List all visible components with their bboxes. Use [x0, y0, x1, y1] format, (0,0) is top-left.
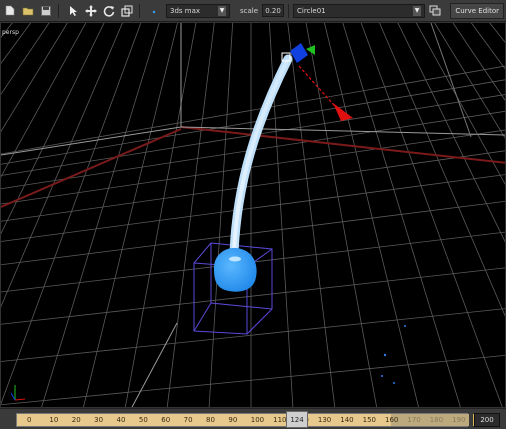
grid-line: [305, 23, 378, 407]
frame-tick-label: 60: [161, 416, 171, 424]
grid-line: [379, 23, 505, 317]
frame-tick-label: 180: [429, 416, 444, 424]
grid-line: [397, 23, 505, 243]
frame-tick-label: 100: [250, 416, 265, 424]
save-icon[interactable]: [38, 2, 54, 20]
scale-icon[interactable]: [119, 2, 135, 20]
grid-line: [342, 23, 461, 407]
grid-line: [124, 23, 197, 407]
grid-line: [452, 23, 505, 101]
grid-line: [1, 23, 50, 95]
grid-line: [324, 23, 419, 407]
grid-line: [287, 23, 336, 407]
particle-strand[interactable]: [229, 54, 293, 258]
grid-line: [1, 23, 87, 178]
grid-line: [470, 23, 505, 70]
grid-edge-line: [180, 126, 505, 136]
grid-line: [1, 308, 505, 362]
frame-tick-label: 130: [317, 416, 332, 424]
chevron-down-icon: ▼: [218, 5, 226, 16]
frame-tick-label: 160: [385, 416, 399, 424]
renderer-value: 3ds max: [170, 6, 201, 15]
grid-line: [166, 23, 215, 407]
grid-edge-line: [131, 322, 178, 407]
curve-editor-button[interactable]: Curve Editor: [450, 2, 504, 19]
grid-line: [1, 354, 505, 406]
grid-line: [1, 23, 13, 38]
select-arrow-icon[interactable]: [65, 2, 81, 20]
frame-tick-label: 150: [362, 416, 376, 424]
new-icon[interactable]: [2, 2, 18, 20]
toolbar-divider: [58, 3, 59, 18]
open-folder-icon[interactable]: [20, 2, 36, 20]
main-toolbar: 3ds max ▼ scale 0.20 Circle01 ▼ Curve Ed…: [0, 0, 506, 22]
move-icon[interactable]: [83, 2, 99, 20]
frame-tick-label: 90: [228, 416, 238, 424]
bulb-top: [229, 256, 241, 262]
grid-line: [83, 23, 178, 407]
frame-tick-label: 110: [273, 416, 287, 424]
frame-tick-label: 80: [206, 416, 215, 424]
grid-line: [415, 23, 505, 185]
renderer-dropdown[interactable]: 3ds max ▼: [166, 3, 230, 18]
time-slider-thumb[interactable]: 124: [286, 411, 308, 428]
grid-line: [1, 23, 142, 405]
scale-label: scale: [240, 6, 259, 15]
named-selection-icon[interactable]: [427, 2, 443, 20]
frame-tick-label: 50: [138, 416, 148, 424]
frame-tick-label: 190: [452, 416, 466, 424]
scene-canvas[interactable]: [1, 23, 506, 408]
scale-input[interactable]: 0.20: [262, 4, 285, 17]
toolbar-divider: [139, 3, 140, 18]
toolbar-divider: [288, 3, 290, 18]
emitter-bulb[interactable]: [213, 247, 257, 292]
stray-particles: [381, 325, 406, 384]
grid-line: [360, 23, 503, 407]
frame-tick-label: 140: [340, 416, 354, 424]
home-grid: [1, 23, 505, 408]
rotate-icon[interactable]: [101, 2, 117, 20]
perspective-viewport[interactable]: persp: [0, 22, 506, 408]
axis-tripod-icon: [10, 385, 26, 401]
object-name-dropdown[interactable]: Circle01 ▼: [293, 3, 426, 18]
end-frame-field[interactable]: 200: [474, 413, 500, 427]
chevron-down-icon: ▼: [413, 5, 422, 16]
max-window: 3ds max ▼ scale 0.20 Circle01 ▼ Curve Ed…: [0, 0, 506, 429]
gizmo-z-handle: [290, 43, 308, 63]
viewport-label[interactable]: persp: [2, 29, 19, 36]
snap-icon[interactable]: [146, 2, 162, 20]
time-track[interactable]: 0102030405060708090100110120130140150160…: [16, 413, 488, 427]
frame-tick-label: 40: [116, 416, 126, 424]
grid-line: [1, 174, 505, 242]
frame-tick-label: 30: [94, 416, 104, 424]
time-slider-bar: 0102030405060708090100110120130140150160…: [0, 408, 506, 429]
frame-tick-label: 170: [407, 416, 421, 424]
transform-gizmo[interactable]: [281, 43, 353, 121]
frame-tick-label: 20: [71, 416, 81, 424]
frame-tick-label: 10: [49, 416, 59, 424]
grid-line: [1, 23, 28, 408]
frame-tick-label: 70: [183, 416, 193, 424]
object-name-value: Circle01: [297, 6, 326, 15]
particle-strand-highlight: [232, 57, 290, 255]
grid-line: [208, 23, 234, 407]
frame-tick-label: 0: [27, 416, 32, 424]
grid-line: [1, 23, 68, 133]
